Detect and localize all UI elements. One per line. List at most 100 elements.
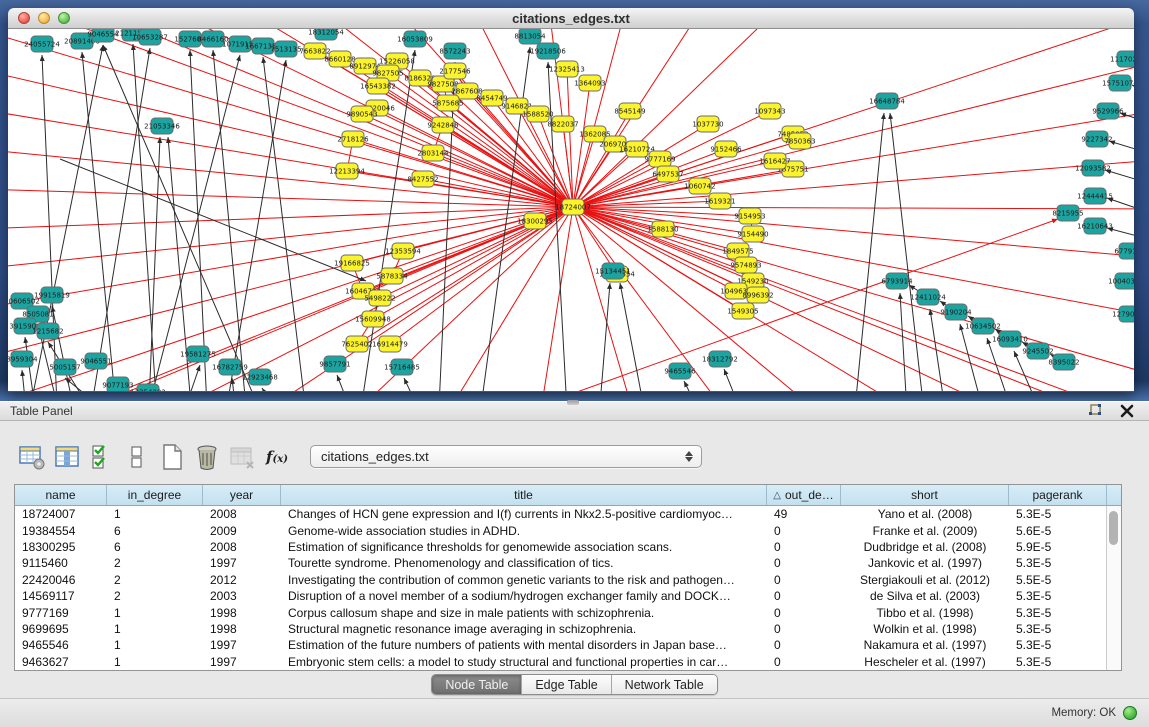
network-node-19218506[interactable]: 19218506 (530, 43, 566, 59)
network-node-8545149[interactable]: 8545149 (614, 103, 645, 119)
network-node-9190204[interactable]: 9190204 (940, 304, 972, 320)
window-titlebar[interactable]: citations_edges.txt (8, 8, 1134, 29)
network-node-9046551[interactable]: 9046551 (80, 353, 111, 369)
delete-column-button[interactable] (191, 441, 223, 473)
network-node-2803144[interactable]: 2803144 (417, 145, 449, 161)
network-node-12790635[interactable]: 12790635 (1112, 306, 1134, 322)
network-node-9245502[interactable]: 9245502 (1022, 343, 1053, 359)
tab-node-table[interactable]: Node Table (432, 675, 522, 694)
network-node-7625402[interactable]: 7625402 (341, 336, 372, 352)
network-node-6779196[interactable]: 6779196 (1114, 243, 1134, 259)
network-node-8959304[interactable]: 8959304 (8, 351, 38, 367)
network-node-9152466[interactable]: 9152466 (710, 141, 742, 157)
network-node-1215682[interactable]: 1215682 (32, 323, 63, 339)
network-node-12411024[interactable]: 12411024 (910, 289, 946, 305)
network-node-8822037[interactable]: 8822037 (547, 116, 578, 132)
network-node-8813054[interactable]: 8813054 (514, 29, 546, 44)
network-node-9077193[interactable]: 9077193 (102, 377, 133, 391)
network-node-2177546[interactable]: 2177546 (439, 63, 471, 79)
column-header-title[interactable]: title (281, 485, 767, 505)
close-panel-icon[interactable] (1119, 403, 1135, 419)
new-column-button[interactable] (156, 441, 188, 473)
network-node-9777169[interactable]: 9777169 (644, 151, 675, 167)
network-node-19581275[interactable]: 19581275 (180, 346, 216, 362)
network-node-9857791[interactable]: 9857791 (319, 356, 350, 372)
tab-network-table[interactable]: Network Table (612, 675, 717, 694)
network-node-15609948[interactable]: 15609948 (355, 311, 391, 327)
network-node-1060742[interactable]: 1060742 (684, 178, 715, 194)
network-node-9574893[interactable]: 9574893 (730, 257, 761, 273)
table-row[interactable]: 911546021997Tourette syndrome. Phenomeno… (15, 555, 1121, 571)
column-header-out_de[interactable]: △out_de… (767, 485, 841, 505)
network-node-1616427[interactable]: 1616427 (759, 153, 790, 169)
show-columns-button[interactable] (51, 441, 83, 473)
network-node-1549305[interactable]: 1549305 (727, 303, 758, 319)
column-header-year[interactable]: year (203, 485, 281, 505)
table-row[interactable]: 946554611997Estimation of the future num… (15, 637, 1121, 653)
network-node-21053346[interactable]: 21053346 (144, 118, 180, 134)
network-node-12093582[interactable]: 12093582 (1075, 160, 1111, 176)
unselect-all-button[interactable] (121, 441, 153, 473)
network-node-9465546[interactable]: 9465546 (664, 363, 696, 379)
network-node-11170284[interactable]: 11170284 (1110, 51, 1134, 67)
network-node-16914479[interactable]: 16914479 (372, 336, 408, 352)
network-node-15716485[interactable]: 15716485 (384, 359, 420, 375)
network-node-10040302[interactable]: 10040302 (1108, 273, 1134, 289)
network-node-1619321[interactable]: 1619321 (704, 193, 735, 209)
minimize-window-button[interactable] (38, 12, 50, 24)
network-node-16053809[interactable]: 16053809 (397, 31, 433, 47)
network-node-1364093[interactable]: 1364093 (574, 75, 605, 91)
network-node-8572243[interactable]: 8572243 (439, 43, 470, 59)
network-node-8395022[interactable]: 8395022 (1048, 354, 1079, 370)
table-mode-button[interactable] (16, 441, 48, 473)
function-builder-button[interactable]: f(x) (261, 441, 293, 473)
network-node-12213394[interactable]: 12213394 (329, 163, 365, 179)
network-node-12353594[interactable]: 12353594 (385, 243, 421, 259)
network-node-16210643[interactable]: 16210643 (1077, 218, 1113, 234)
scrollbar-thumb[interactable] (1109, 511, 1118, 545)
network-node-1588130[interactable]: 1588130 (647, 221, 678, 237)
network-node-8427552[interactable]: 8427552 (407, 171, 438, 187)
table-row[interactable]: 977716911998Corpus callosum shape and si… (15, 604, 1121, 620)
column-header-name[interactable]: name (15, 485, 107, 505)
network-node-19166825[interactable]: 19166825 (334, 255, 370, 271)
network-canvas[interactable]: 1872400776638228660128891297415226058982… (8, 29, 1134, 391)
network-node-9242848[interactable]: 9242848 (427, 117, 458, 133)
network-node-9890543[interactable]: 9890543 (346, 106, 377, 122)
network-node-5005157[interactable]: 5005157 (49, 359, 80, 375)
network-node-12325413[interactable]: 12325413 (549, 61, 585, 77)
network-node-24055724[interactable]: 24055724 (24, 36, 60, 52)
network-node-7513135[interactable]: 7513135 (270, 41, 301, 57)
network-node-9154490[interactable]: 9154490 (737, 226, 768, 242)
network-node-18312054[interactable]: 18312054 (308, 29, 344, 40)
close-window-button[interactable] (18, 12, 30, 24)
table-row[interactable]: 1456911722003Disruption of a novel membe… (15, 588, 1121, 604)
table-row[interactable]: 946362711997Embryonic stem cells: a mode… (15, 654, 1121, 670)
network-node-8996392[interactable]: 8996392 (742, 287, 773, 303)
column-header-short[interactable]: short (841, 485, 1009, 505)
network-node-10634502[interactable]: 10634502 (965, 318, 1001, 334)
network-node-5875685[interactable]: 5875685 (432, 95, 463, 111)
network-node-18312792[interactable]: 18312792 (702, 351, 738, 367)
table-row[interactable]: 1872400712008Changes of HCN gene express… (15, 506, 1121, 522)
network-node-5498222[interactable]: 5498222 (364, 290, 395, 306)
column-header-in_degree[interactable]: in_degree (107, 485, 203, 505)
network-node-12444415[interactable]: 12444415 (1077, 188, 1113, 204)
table-vertical-scrollbar[interactable] (1106, 506, 1121, 670)
column-header-pagerank[interactable]: pagerank (1009, 485, 1107, 505)
splitter-handle[interactable] (567, 400, 579, 405)
network-node-6497537[interactable]: 6497537 (652, 166, 683, 182)
network-node-9227342[interactable]: 9227342 (1081, 131, 1112, 147)
network-node-15751074[interactable]: 15751074 (1102, 75, 1134, 91)
zoom-window-button[interactable] (58, 12, 70, 24)
table-row[interactable]: 969969511998Structural magnetic resonanc… (15, 621, 1121, 637)
table-row[interactable]: 1830029562008Estimation of significance … (15, 539, 1121, 555)
table-row[interactable]: 2242004622012Investigating the contribut… (15, 572, 1121, 588)
select-all-button[interactable] (86, 441, 118, 473)
network-node-16093410[interactable]: 16093410 (992, 331, 1028, 347)
network-node-1037730[interactable]: 1037730 (692, 116, 723, 132)
network-node-8215955[interactable]: 8215955 (1052, 205, 1083, 221)
network-node-1097343[interactable]: 1097343 (754, 103, 785, 119)
table-row[interactable]: 1938455462009Genome-wide association stu… (15, 522, 1121, 538)
tab-edge-table[interactable]: Edge Table (522, 675, 611, 694)
